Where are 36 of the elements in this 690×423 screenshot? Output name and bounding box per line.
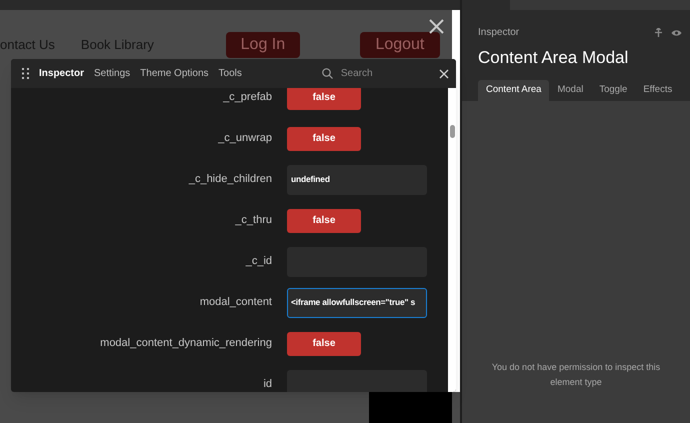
window-tab[interactable]: Settings (94, 66, 130, 81)
panel-caption: Inspector (478, 26, 520, 40)
logout-button[interactable]: Logout (360, 32, 440, 58)
window-tab[interactable]: Tools (218, 66, 242, 81)
panel-tab[interactable]: Effects (635, 80, 680, 100)
permission-message: You do not have permission to inspect this element type (490, 361, 662, 389)
property-label: _c_hide_children (188, 172, 273, 188)
false-toggle-button[interactable]: false (287, 208, 361, 232)
false-toggle-button[interactable]: false (287, 332, 361, 356)
text-field[interactable]: undefined (287, 164, 427, 194)
property-label: _c_prefab (222, 90, 273, 106)
property-label: _c_id (244, 254, 273, 270)
property-label: _c_thru (234, 213, 273, 228)
search-icon (322, 68, 333, 79)
panel-tab[interactable]: Content Area (478, 80, 550, 100)
window-tab[interactable]: Inspector (39, 66, 84, 81)
close-icon[interactable] (429, 19, 444, 34)
login-button[interactable]: Log In (226, 32, 300, 58)
property-label: id (262, 377, 273, 392)
search-field[interactable]: Search (340, 66, 431, 81)
text-field[interactable] (287, 370, 427, 392)
drag-handle-icon[interactable] (22, 68, 29, 79)
property-label: _c_unwrap (217, 131, 273, 146)
text-field[interactable]: <iframe allowfullscreen="true" s (287, 288, 427, 318)
close-icon[interactable] (438, 68, 449, 78)
eye-icon[interactable] (671, 28, 682, 36)
scrollbar[interactable] (448, 88, 456, 392)
move-icon[interactable] (654, 28, 663, 37)
panel-title: Content Area Modal (477, 47, 630, 69)
property-label: modal_content_dynamic_rendering (99, 336, 273, 352)
panel-tab[interactable]: Modal (549, 80, 592, 100)
window-tab[interactable]: Theme Options (140, 66, 209, 81)
property-label: modal_content (198, 295, 273, 310)
panel-tab[interactable]: Toggle (591, 80, 636, 100)
false-toggle-button[interactable]: false (287, 126, 361, 150)
false-toggle-button[interactable]: false (287, 88, 361, 110)
